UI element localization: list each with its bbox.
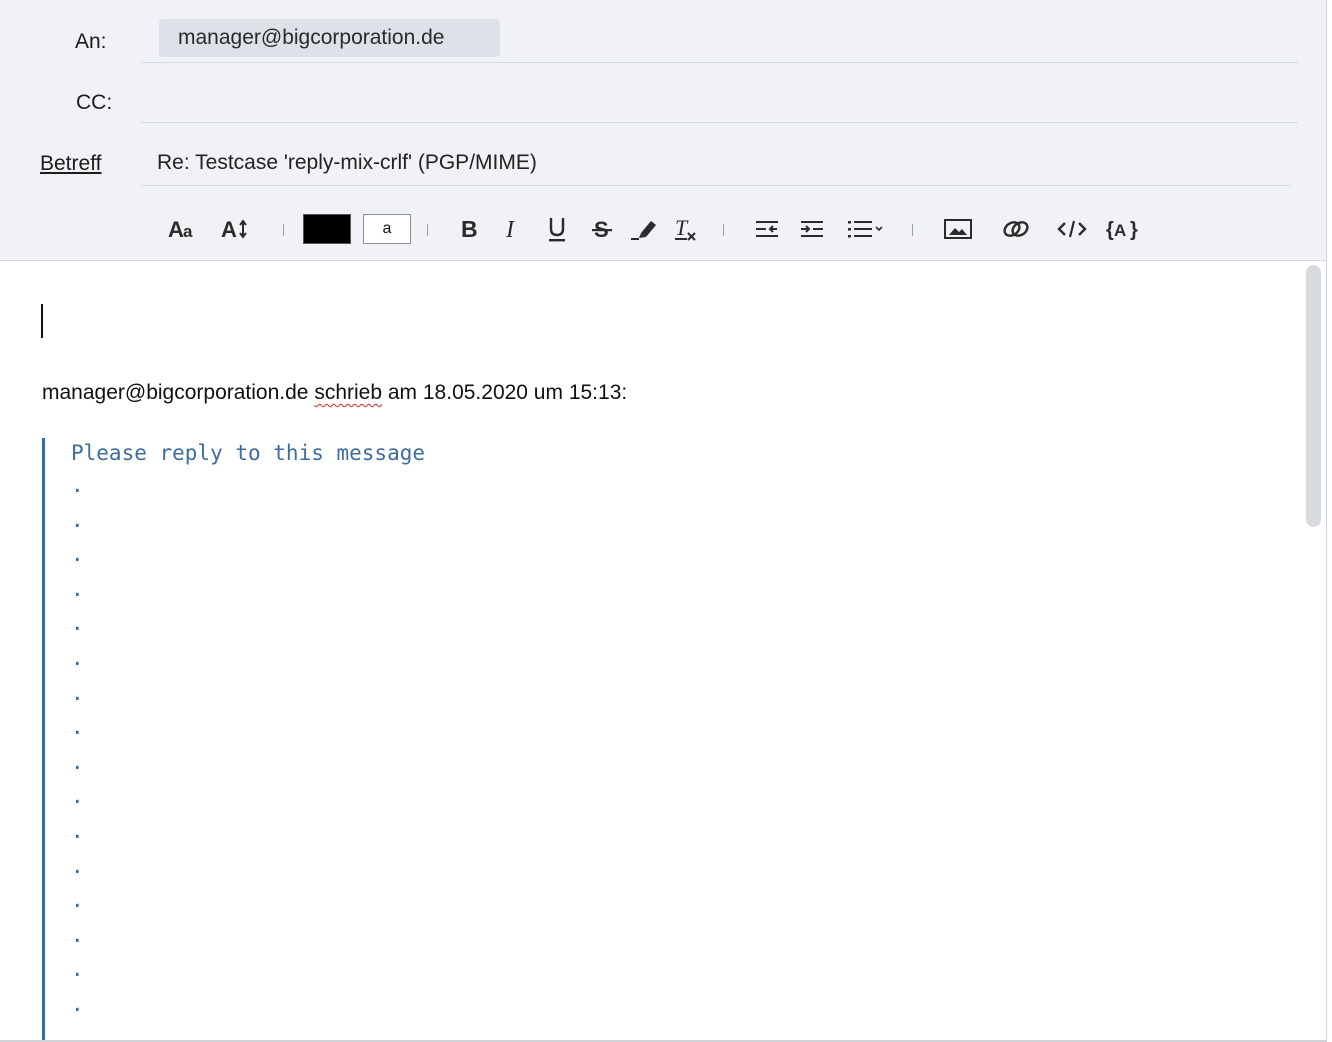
svg-text:A: A xyxy=(168,217,184,241)
clear-format-button[interactable]: T xyxy=(670,205,700,253)
outdent-icon xyxy=(756,221,778,237)
font-family-button[interactable]: A a xyxy=(166,205,200,253)
bold-icon: B xyxy=(461,216,478,242)
subject-input[interactable]: Re: Testcase 'reply-mix-crlf' (PGP/MIME) xyxy=(157,151,537,175)
window-edge xyxy=(1326,0,1332,1042)
attribution-sender: manager@bigcorporation.de xyxy=(42,381,315,404)
font-family-icon: A a xyxy=(168,217,193,241)
bg-color-button[interactable]: a xyxy=(362,205,412,253)
quote-bar xyxy=(42,438,45,1042)
subject-field-divider xyxy=(141,185,1291,186)
quoted-dot-line: . xyxy=(71,922,84,947)
recipient-pill[interactable]: manager@bigcorporation.de xyxy=(159,19,500,57)
italic-icon: I xyxy=(505,217,515,242)
bg-color-swatch: a xyxy=(363,214,411,244)
quoted-dot-line: . xyxy=(71,715,84,740)
font-size-icon: A xyxy=(221,217,247,241)
underline-icon xyxy=(549,218,565,242)
toolbar-separator xyxy=(283,224,284,236)
quoted-dot-line: . xyxy=(71,611,84,636)
quoted-dot-line: . xyxy=(71,646,84,670)
bold-button[interactable]: B xyxy=(455,205,485,253)
quoted-dot-line: . xyxy=(71,784,84,809)
insert-link-button[interactable] xyxy=(998,205,1034,253)
quoted-dot-line: . xyxy=(71,957,84,982)
quoted-dot-line: . xyxy=(71,749,84,774)
toolbar-separator xyxy=(912,224,913,236)
source-code-button[interactable] xyxy=(1054,205,1090,253)
svg-text:a: a xyxy=(183,222,193,241)
text-color-button[interactable] xyxy=(302,205,352,253)
strikethrough-icon: S xyxy=(592,217,612,242)
quoted-dot-line: . xyxy=(71,473,84,497)
font-size-button[interactable]: A xyxy=(219,205,253,253)
placeholder-icon: { A } xyxy=(1106,219,1138,241)
bullet-list-icon xyxy=(848,221,883,238)
svg-text:B: B xyxy=(461,216,478,242)
quoted-dot-line: . xyxy=(71,853,84,878)
link-icon xyxy=(1003,221,1029,237)
quoted-dot-line: . xyxy=(71,576,84,601)
toolbar-separator xyxy=(427,224,428,236)
quoted-dot-line: . xyxy=(71,507,84,532)
quoted-first-line: Please reply to this message xyxy=(71,441,426,465)
indent-icon xyxy=(801,221,823,237)
highlighter-icon xyxy=(631,221,656,240)
quoted-dot-line: . xyxy=(71,680,84,705)
subject-label: Betreff xyxy=(40,152,102,175)
variables-button[interactable]: { A } xyxy=(1104,205,1142,253)
code-icon xyxy=(1057,220,1087,238)
editor-scrollbar[interactable] xyxy=(1306,265,1321,527)
text-color-swatch xyxy=(303,214,351,244)
cc-label: CC: xyxy=(76,91,113,114)
toolbar-separator xyxy=(723,224,724,236)
to-label: An: xyxy=(75,30,107,53)
message-editor[interactable]: manager@bigcorporation.de schrieb am 18.… xyxy=(0,261,1302,1042)
image-icon xyxy=(944,219,972,239)
attribution-date: am 18.05.2020 um 15:13: xyxy=(382,381,628,404)
spellcheck-word[interactable]: schrieb xyxy=(314,381,382,404)
cc-field[interactable] xyxy=(141,122,1298,123)
highlight-button[interactable] xyxy=(628,205,660,253)
svg-text:{: { xyxy=(1106,219,1114,241)
underline-button[interactable] xyxy=(543,205,571,253)
svg-text:A: A xyxy=(1114,221,1126,240)
to-field-divider xyxy=(141,62,1298,63)
quoted-dot-line: . xyxy=(71,888,84,913)
svg-text:A: A xyxy=(221,217,237,241)
reply-attribution: manager@bigcorporation.de schrieb am 18.… xyxy=(42,381,627,405)
insert-image-button[interactable] xyxy=(941,205,975,253)
indent-button[interactable] xyxy=(797,205,827,253)
quoted-dot-line: . xyxy=(71,819,84,843)
strikethrough-button[interactable]: S xyxy=(588,205,616,253)
outdent-button[interactable] xyxy=(752,205,782,253)
quoted-dot-line: . xyxy=(71,992,84,1016)
svg-text:I: I xyxy=(505,217,515,242)
clear-format-icon: T xyxy=(675,215,696,241)
svg-text:}: } xyxy=(1130,219,1138,241)
text-caret xyxy=(41,304,43,338)
list-dropdown-button[interactable] xyxy=(845,205,887,253)
format-toolbar: A a A a B I S T {A} xyxy=(0,205,1332,253)
quoted-dot-line: . xyxy=(71,542,84,567)
italic-button[interactable]: I xyxy=(499,205,527,253)
compose-header: An: manager@bigcorporation.de CC: Betref… xyxy=(0,0,1332,261)
svg-text:T: T xyxy=(675,215,689,240)
